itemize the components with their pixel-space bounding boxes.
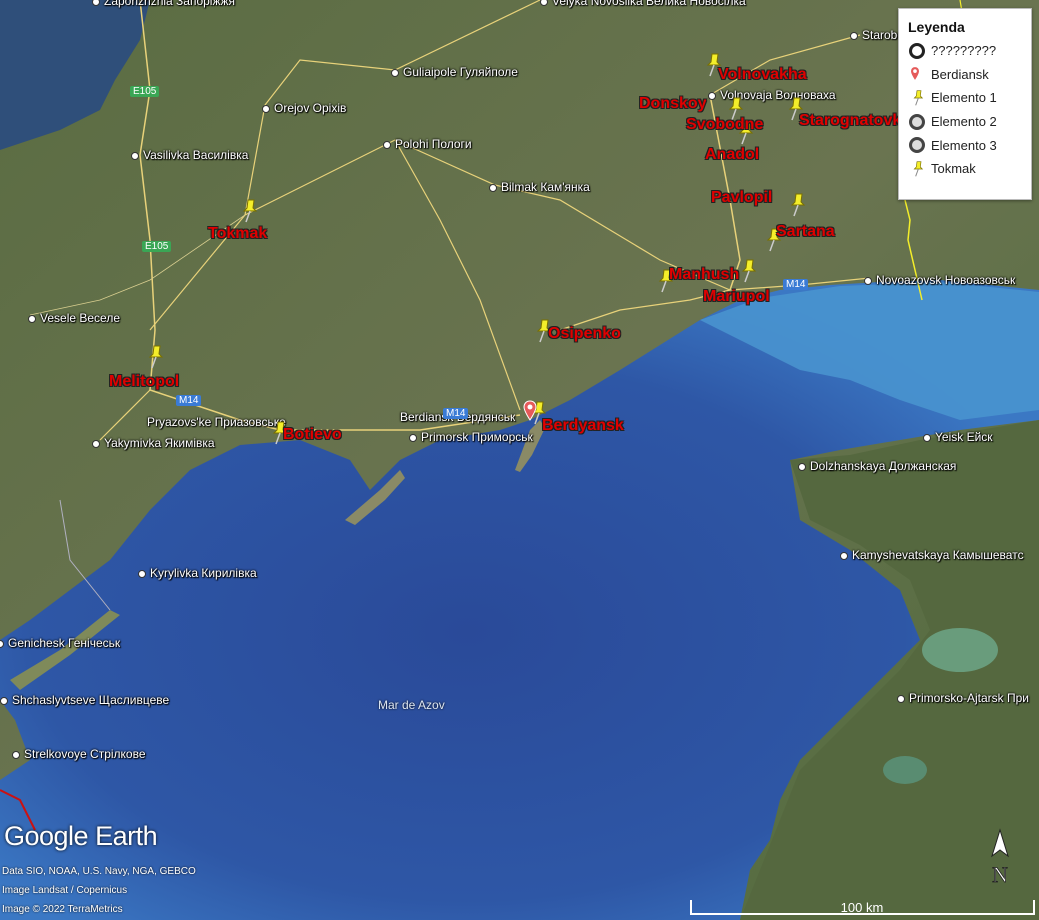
place-vasylivka: Vasilivka Василівка [131, 148, 248, 162]
ring-icon [909, 113, 925, 130]
yellow-pushpin-icon [913, 90, 924, 106]
place-polohy: Polohi Пологи [383, 137, 472, 151]
legend-item-label: ????????? [931, 43, 997, 59]
yellow-pushpin-icon[interactable] [784, 192, 808, 218]
place-orejov: Orejov Оріхів [262, 101, 346, 115]
place-zaporizhzhia: Zaporizhzhia Запоріжжя [92, 0, 235, 8]
place-novoazovsk: Novoazovsk Новоазовськ [864, 273, 1015, 287]
place-strilkove: Strelkovoye Стрілкове [12, 747, 146, 761]
place-dot-icon [850, 31, 858, 40]
place-dot-icon [897, 694, 905, 703]
place-dot-icon [540, 0, 548, 6]
legend-item-label: Elemento 3 [931, 137, 997, 153]
sea-label: Mar de Azov [378, 698, 445, 712]
place-dot-icon [138, 569, 146, 578]
place-dot-icon [0, 639, 4, 648]
place-huliaipole: Guliaipole Гуляйполе [391, 65, 518, 79]
place-dot-icon [92, 439, 100, 448]
marker-label-osipenko[interactable]: Osipenko [548, 325, 621, 343]
scale-label: 100 km [841, 900, 884, 915]
place-dot-icon [0, 696, 8, 705]
red-pin-icon [910, 66, 920, 82]
yellow-pushpin-icon[interactable] [236, 198, 260, 224]
ring-icon [909, 42, 925, 59]
legend-item[interactable]: Elemento 3 [899, 133, 1031, 157]
marker-label-tokmak[interactable]: Tokmak [208, 225, 267, 243]
marker-label-volnovakha[interactable]: Volnovakha [718, 66, 807, 84]
place-yakymivka: Yakymivka Якимівка [92, 436, 215, 450]
marker-label-manhush[interactable]: Manhush [669, 266, 739, 284]
place-bilmak: Bilmak Кам'янка [489, 180, 590, 194]
red-pin-icon[interactable] [523, 400, 537, 422]
place-dot-icon [840, 551, 848, 560]
place-primorsk: Primorsk Приморськ [409, 430, 533, 444]
place-dot-icon [708, 91, 716, 100]
credit-image: Image Landsat / Copernicus [2, 885, 128, 896]
place-primorsko-akhtarsk: Primorsko-Ajtarsk При [897, 691, 1029, 705]
place-dot-icon [383, 140, 391, 149]
road-shield-e105: E105 [142, 241, 172, 252]
place-dot-icon [391, 68, 399, 77]
place-dot-icon [262, 104, 270, 113]
marker-label-anadol[interactable]: Anadol [705, 146, 759, 164]
north-arrow-icon[interactable]: N [986, 828, 1014, 888]
credit-image: Image © 2022 TerraMetrics [2, 904, 123, 915]
marker-label-starognatovka[interactable]: Starognatovka [799, 112, 910, 130]
legend-item[interactable]: Elemento 1 [899, 86, 1031, 110]
yellow-pushpin-icon [913, 161, 924, 177]
road-shield-m14: M14 [443, 408, 469, 419]
marker-label-svobodne[interactable]: Svobodne [686, 116, 763, 134]
place-dot-icon [409, 433, 417, 442]
place-vesele: Vesele Веселе [28, 311, 120, 325]
marker-label-botievo[interactable]: Botievo [283, 426, 342, 444]
place-kyrylivka: Kyrylivka Кирилівка [138, 566, 257, 580]
place-dot-icon [12, 750, 20, 759]
place-dot-icon [864, 276, 872, 285]
place-dolzhanskaya: Dolzhanskaya Должанская [798, 459, 956, 473]
marker-label-melitopol[interactable]: Melitopol [109, 373, 179, 391]
legend-item[interactable]: Tokmak [899, 157, 1031, 181]
place-velyka-novosilka: Velyka Novosilka Велика Новосілка [540, 0, 746, 8]
google-earth-logo: Google Earth [4, 821, 158, 851]
legend-panel: Leyenda ????????? Berdiansk Elemento 1 E… [898, 8, 1032, 200]
scale-bar: 100 km [690, 900, 1035, 915]
place-kamyshevatskaya: Kamyshevatskaya Камышеватс [840, 548, 1024, 562]
road-shield-e105: E105 [130, 86, 160, 97]
marker-label-mariupol[interactable]: Mariupol [703, 288, 770, 306]
ring-icon [909, 137, 925, 154]
place-dot-icon [798, 462, 806, 471]
road-shield-m14: M14 [176, 395, 202, 406]
legend-item-label: Berdiansk [931, 66, 989, 82]
legend-item-label: Elemento 2 [931, 114, 997, 130]
place-pryazovske: Pryazovs'ke Приазовське [147, 415, 286, 429]
legend-item-label: Elemento 1 [931, 90, 997, 106]
legend-item[interactable]: Elemento 2 [899, 110, 1031, 134]
place-dot-icon [28, 314, 36, 323]
place-dot-icon [489, 183, 497, 192]
place-yeisk: Yeisk Ейск [923, 430, 993, 444]
compass-letter: N [992, 862, 1008, 887]
marker-label-sartana[interactable]: Sartana [776, 223, 835, 241]
marker-label-pavlopil[interactable]: Pavlopil [711, 189, 772, 207]
yellow-pushpin-icon[interactable] [142, 344, 166, 370]
legend-item-label: Tokmak [931, 161, 976, 177]
legend-title: Leyenda [908, 19, 965, 35]
road-shield-m14: M14 [783, 279, 809, 290]
credit-data: Data SIO, NOAA, U.S. Navy, NGA, GEBCO [2, 866, 196, 877]
place-genichesk: Genichesk Генічеськ [0, 636, 120, 650]
place-dot-icon [923, 433, 931, 442]
legend-item[interactable]: ????????? [899, 39, 1031, 63]
marker-label-berdyansk[interactable]: Berdyansk [542, 417, 624, 435]
place-dot-icon [92, 0, 100, 6]
marker-label-donskoy[interactable]: Donskoy [639, 95, 707, 113]
place-shchaslyvtseve: Shchaslyvtseve Щасливцеве [0, 693, 169, 707]
place-dot-icon [131, 151, 139, 160]
legend-item[interactable]: Berdiansk [899, 63, 1031, 87]
